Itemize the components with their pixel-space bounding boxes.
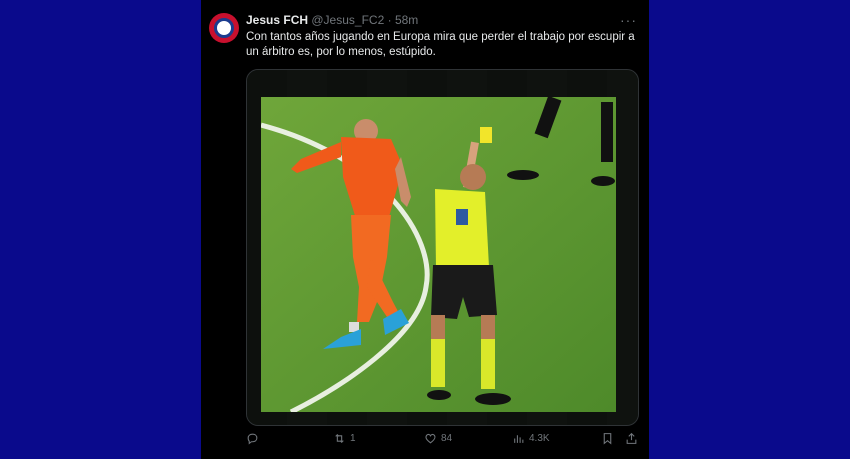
media-frame[interactable] (246, 69, 639, 426)
retweet-count: 1 (350, 433, 356, 444)
views-icon (514, 435, 524, 443)
views-button[interactable]: 4.3K (512, 432, 550, 445)
tweet-actions: 1 84 4.3K (246, 432, 641, 450)
bookmark-button[interactable] (601, 432, 614, 445)
retweet-icon (335, 433, 344, 444)
reply-button[interactable] (246, 432, 263, 445)
timestamp[interactable]: 58m (395, 13, 418, 27)
bookmark-icon (603, 433, 612, 445)
avatar[interactable] (209, 13, 239, 43)
like-count: 84 (441, 433, 453, 444)
like-icon (425, 433, 436, 444)
retweet-button[interactable]: 1 (333, 432, 356, 445)
tweet-text: Con tantos años jugando en Europa mira q… (246, 31, 635, 58)
tweet-photo[interactable] (261, 97, 616, 412)
user-handle[interactable]: @Jesus_FC2 (311, 13, 384, 27)
football-photo-illustration (261, 97, 616, 412)
tweet-header: Jesus FCH @Jesus_FC2 · 58m (246, 13, 418, 27)
separator: · (387, 13, 392, 27)
share-icon (626, 432, 637, 444)
share-button[interactable] (625, 432, 638, 445)
more-icon[interactable]: ··· (620, 12, 637, 28)
yellow-card (480, 127, 492, 143)
like-button[interactable]: 84 (424, 432, 452, 445)
tweet-card[interactable]: Jesus FCH @Jesus_FC2 · 58m ··· Con tanto… (201, 0, 649, 459)
display-name[interactable]: Jesus FCH (246, 13, 308, 27)
reply-icon (247, 433, 258, 445)
view-count: 4.3K (529, 433, 550, 444)
